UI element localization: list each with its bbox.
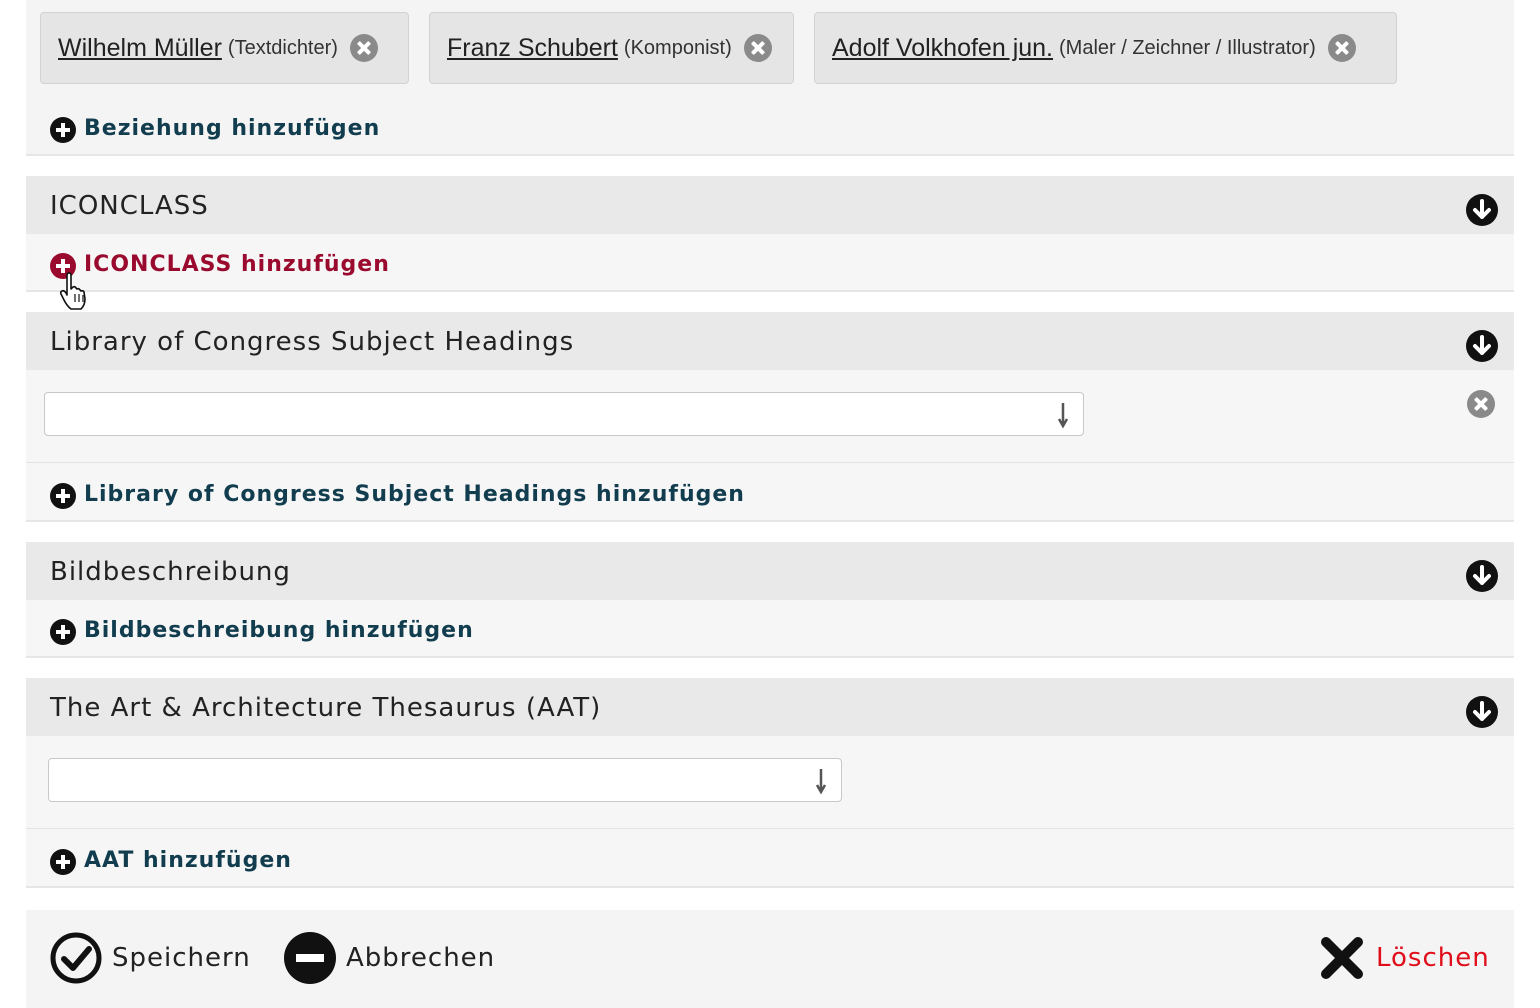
relation-role: (Textdichter) bbox=[227, 36, 338, 59]
collapse-arrow-icon[interactable] bbox=[1466, 194, 1498, 226]
form-footer: Speichern Abbrechen Löschen bbox=[26, 910, 1514, 1008]
remove-relation-icon[interactable] bbox=[743, 34, 772, 62]
remove-relation-icon[interactable] bbox=[349, 34, 378, 62]
dropdown-arrow-icon bbox=[815, 769, 827, 795]
remove-entry-icon[interactable] bbox=[1467, 390, 1495, 418]
plus-circle-icon bbox=[50, 483, 76, 509]
relation-tag: Adolf Volkhofen jun. (Maler / Zeichner /… bbox=[814, 12, 1397, 84]
save-label: Speichern bbox=[112, 943, 251, 973]
lcsh-select[interactable] bbox=[44, 392, 1084, 436]
iconclass-header[interactable]: ICONCLASS bbox=[26, 176, 1514, 234]
delete-button[interactable]: Löschen bbox=[1320, 932, 1490, 984]
aat-title: The Art & Architecture Thesaurus (AAT) bbox=[50, 693, 602, 723]
x-mark-icon bbox=[1321, 937, 1363, 979]
add-lcsh-button[interactable]: Library of Congress Subject Headings hin… bbox=[50, 480, 745, 509]
lcsh-title: Library of Congress Subject Headings bbox=[50, 327, 575, 357]
relation-name-link[interactable]: Adolf Volkhofen jun. bbox=[832, 34, 1053, 63]
bildbeschreibung-header[interactable]: Bildbeschreibung bbox=[26, 542, 1514, 600]
collapse-arrow-icon[interactable] bbox=[1466, 696, 1498, 728]
dropdown-arrow-icon bbox=[1057, 403, 1069, 429]
delete-label: Löschen bbox=[1376, 943, 1490, 973]
add-aat-label: AAT hinzufügen bbox=[84, 847, 292, 873]
bildbeschreibung-title: Bildbeschreibung bbox=[50, 557, 291, 587]
relation-role: (Maler / Zeichner / Illustrator) bbox=[1059, 36, 1316, 59]
plus-circle-icon bbox=[50, 117, 76, 143]
bildbeschreibung-panel: Bildbeschreibung Bildbeschreibung hinzuf… bbox=[26, 542, 1514, 658]
relation-name-link[interactable]: Wilhelm Müller bbox=[58, 34, 222, 63]
add-iconclass-button[interactable]: ICONCLASS hinzufügen bbox=[50, 250, 390, 279]
add-bildbeschreibung-button[interactable]: Bildbeschreibung hinzufügen bbox=[50, 616, 474, 645]
divider bbox=[26, 828, 1514, 829]
iconclass-panel: ICONCLASS ICONCLASS hinzufügen bbox=[26, 176, 1514, 292]
plus-circle-icon bbox=[50, 619, 76, 645]
add-relation-label: Beziehung hinzufügen bbox=[84, 115, 381, 141]
add-aat-button[interactable]: AAT hinzufügen bbox=[50, 846, 292, 875]
relation-tag: Wilhelm Müller (Textdichter) bbox=[40, 12, 409, 84]
relations-panel: Wilhelm Müller (Textdichter) Franz Schub… bbox=[26, 0, 1514, 156]
plus-circle-icon bbox=[50, 849, 76, 875]
aat-select[interactable] bbox=[48, 758, 842, 802]
divider bbox=[26, 462, 1514, 463]
relation-name-link[interactable]: Franz Schubert bbox=[447, 34, 618, 63]
cancel-label: Abbrechen bbox=[346, 943, 496, 973]
lcsh-panel: Library of Congress Subject Headings Lib… bbox=[26, 312, 1514, 522]
relation-role: (Komponist) bbox=[623, 36, 732, 59]
add-iconclass-label: ICONCLASS hinzufügen bbox=[84, 251, 390, 277]
check-circle-icon bbox=[50, 932, 102, 984]
remove-relation-icon[interactable] bbox=[1327, 34, 1356, 62]
iconclass-title: ICONCLASS bbox=[50, 191, 209, 221]
collapse-arrow-icon[interactable] bbox=[1466, 560, 1498, 592]
save-button[interactable]: Speichern bbox=[50, 932, 251, 984]
add-bildbeschreibung-label: Bildbeschreibung hinzufügen bbox=[84, 617, 474, 643]
aat-panel: The Art & Architecture Thesaurus (AAT) A… bbox=[26, 678, 1514, 888]
collapse-arrow-icon[interactable] bbox=[1466, 330, 1498, 362]
add-lcsh-label: Library of Congress Subject Headings hin… bbox=[84, 481, 745, 507]
cancel-button[interactable]: Abbrechen bbox=[284, 932, 495, 984]
add-relation-button[interactable]: Beziehung hinzufügen bbox=[50, 114, 381, 143]
minus-circle-icon bbox=[284, 932, 336, 984]
lcsh-header[interactable]: Library of Congress Subject Headings bbox=[26, 312, 1514, 370]
aat-header[interactable]: The Art & Architecture Thesaurus (AAT) bbox=[26, 678, 1514, 736]
relation-tag: Franz Schubert (Komponist) bbox=[429, 12, 794, 84]
hand-pointer-icon bbox=[59, 272, 86, 310]
